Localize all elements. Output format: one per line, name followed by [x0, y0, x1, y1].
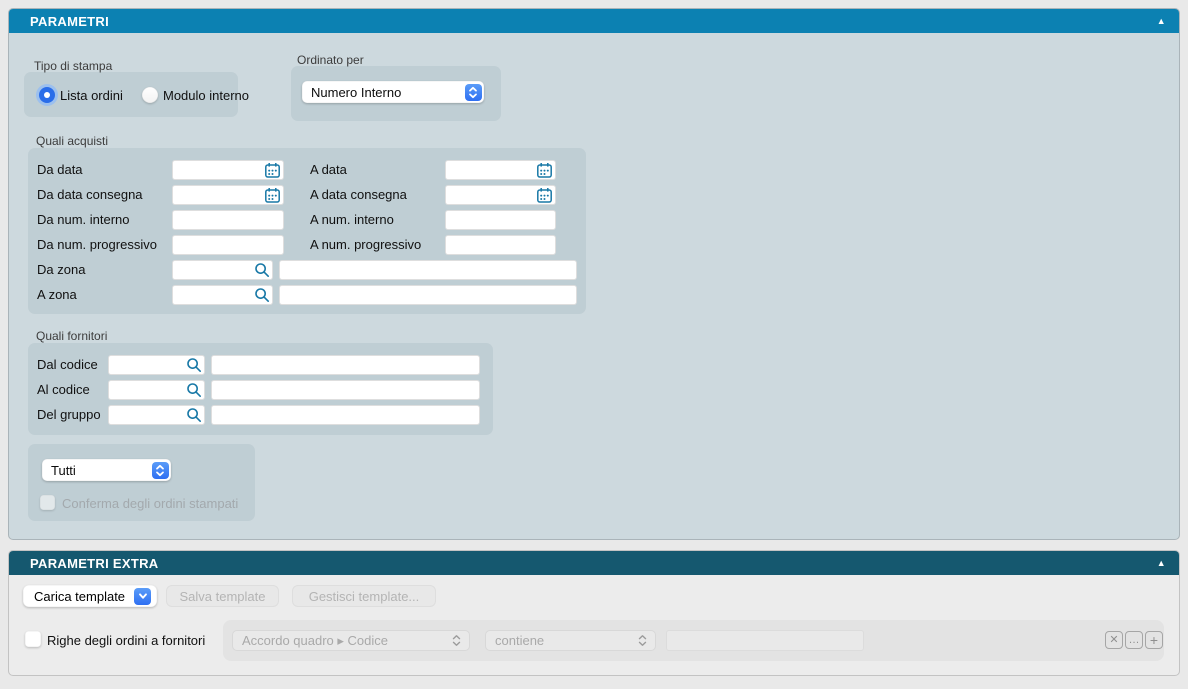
a-num-interno-label: A num. interno	[310, 212, 394, 227]
filter-field-value: Accordo quadro ▸ Codice	[242, 633, 388, 649]
chevron-up-down-icon	[465, 84, 482, 101]
ordinato-per-label: Ordinato per	[297, 53, 364, 67]
chevron-down-icon	[134, 588, 151, 605]
search-icon	[186, 382, 202, 398]
ordinato-per-value: Numero Interno	[311, 85, 401, 100]
calendar-icon	[264, 162, 281, 179]
filter-operator-select: contiene	[485, 630, 656, 651]
del-gruppo-desc-input[interactable]	[211, 405, 480, 425]
search-icon	[254, 262, 270, 278]
calendar-icon	[264, 187, 281, 204]
tipo-di-stampa-label: Tipo di stampa	[34, 59, 112, 73]
conferma-ordini-checkbox	[40, 495, 55, 510]
a-data-consegna-label: A data consegna	[310, 187, 407, 202]
filter-field-select: Accordo quadro ▸ Codice	[232, 630, 470, 651]
righe-ordini-checkbox[interactable]	[25, 631, 41, 647]
al-codice-desc-input[interactable]	[211, 380, 480, 400]
a-num-progressivo-input[interactable]	[445, 235, 556, 255]
filter-value-input	[666, 630, 864, 651]
righe-ordini-label: Righe degli ordini a fornitori	[47, 633, 205, 648]
gestisci-template-button: Gestisci template...	[292, 585, 436, 607]
del-gruppo-label: Del gruppo	[37, 407, 101, 422]
collapse-triangle-icon[interactable]: ▲	[1157, 17, 1166, 26]
plus-icon: +	[1150, 633, 1158, 647]
chevron-up-down-icon	[452, 634, 461, 647]
a-data-label: A data	[310, 162, 347, 177]
parametri-panel-header[interactable]: PARAMETRI ▲	[9, 9, 1179, 33]
carica-template-label: Carica template	[34, 589, 125, 604]
a-zona-label: A zona	[37, 287, 77, 302]
parametri-extra-panel-header[interactable]: PARAMETRI EXTRA ▲	[9, 551, 1179, 575]
carica-template-button[interactable]: Carica template	[23, 585, 157, 607]
filter-operator-value: contiene	[495, 633, 544, 648]
lista-ordini-label: Lista ordini	[60, 88, 123, 103]
a-data-input[interactable]	[445, 160, 556, 180]
search-icon	[254, 287, 270, 303]
filter-remove-button: ✕	[1105, 631, 1123, 649]
a-data-consegna-input[interactable]	[445, 185, 556, 205]
modulo-interno-label: Modulo interno	[163, 88, 249, 103]
da-data-consegna-label: Da data consegna	[37, 187, 143, 202]
calendar-icon	[536, 187, 553, 204]
dal-codice-code-input[interactable]	[108, 355, 205, 375]
print-parameters-window: PARAMETRI ▲ Tipo di stampa Lista ordini …	[0, 0, 1188, 689]
quali-fornitori-label: Quali fornitori	[36, 329, 107, 343]
parametri-panel: PARAMETRI ▲ Tipo di stampa Lista ordini …	[8, 8, 1180, 540]
quali-acquisti-label: Quali acquisti	[36, 134, 108, 148]
dal-codice-desc-input[interactable]	[211, 355, 480, 375]
chevron-up-down-icon	[638, 634, 647, 647]
da-num-progressivo-label: Da num. progressivo	[37, 237, 157, 252]
parametri-extra-panel: PARAMETRI EXTRA ▲ Carica template Salva …	[8, 550, 1180, 676]
da-zona-desc-input[interactable]	[279, 260, 577, 280]
stato-select[interactable]: Tutti	[42, 459, 171, 481]
ordinato-per-select[interactable]: Numero Interno	[302, 81, 484, 103]
close-icon: ✕	[1109, 635, 1118, 646]
calendar-icon	[536, 162, 553, 179]
ellipsis-icon: …	[1129, 635, 1140, 646]
da-num-interno-input[interactable]	[172, 210, 284, 230]
da-data-label: Da data	[37, 162, 83, 177]
a-num-interno-input[interactable]	[445, 210, 556, 230]
search-icon	[186, 407, 202, 423]
salva-template-button: Salva template	[166, 585, 279, 607]
da-data-input[interactable]	[172, 160, 284, 180]
dal-codice-label: Dal codice	[37, 357, 98, 372]
a-zona-code-input[interactable]	[172, 285, 273, 305]
stato-select-value: Tutti	[51, 463, 76, 478]
del-gruppo-code-input[interactable]	[108, 405, 205, 425]
filter-options-button: …	[1125, 631, 1143, 649]
a-num-progressivo-label: A num. progressivo	[310, 237, 421, 252]
al-codice-code-input[interactable]	[108, 380, 205, 400]
conferma-ordini-label: Conferma degli ordini stampati	[62, 496, 238, 511]
parametri-panel-title: PARAMETRI	[30, 14, 109, 29]
da-zona-code-input[interactable]	[172, 260, 273, 280]
da-num-interno-label: Da num. interno	[37, 212, 130, 227]
chevron-up-down-icon	[152, 462, 169, 479]
da-zona-label: Da zona	[37, 262, 85, 277]
da-data-consegna-input[interactable]	[172, 185, 284, 205]
modulo-interno-radio[interactable]	[142, 87, 158, 103]
al-codice-label: Al codice	[37, 382, 90, 397]
a-zona-desc-input[interactable]	[279, 285, 577, 305]
parametri-extra-panel-title: PARAMETRI EXTRA	[30, 556, 158, 571]
da-num-progressivo-input[interactable]	[172, 235, 284, 255]
filter-add-button: +	[1145, 631, 1163, 649]
collapse-triangle-icon[interactable]: ▲	[1157, 559, 1166, 568]
lista-ordini-radio[interactable]	[39, 87, 55, 103]
search-icon	[186, 357, 202, 373]
